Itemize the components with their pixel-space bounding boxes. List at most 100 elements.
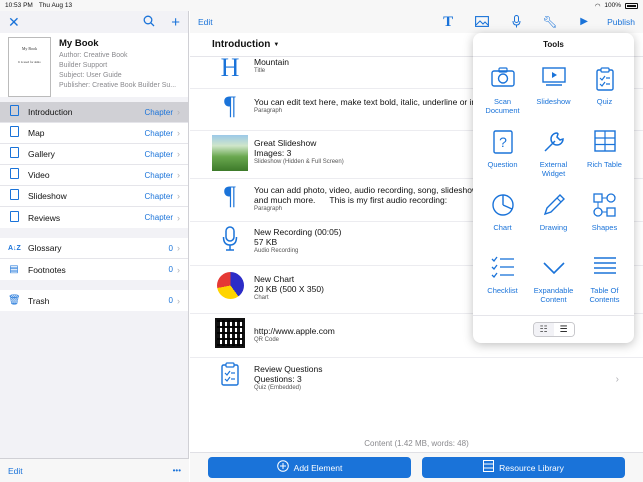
tool-label: Slideshow: [536, 97, 571, 106]
paragraph-icon: ¶: [224, 181, 236, 210]
tool-drawing[interactable]: Drawing: [528, 189, 579, 251]
list-view-icon[interactable]: ☰: [553, 323, 574, 336]
chapter-row-map[interactable]: Map Chapter ›: [0, 123, 188, 144]
chapter-label: Slideshow: [28, 191, 67, 201]
chevron-right-icon: ›: [177, 191, 180, 201]
question-icon: ?: [492, 130, 513, 158]
edit-button[interactable]: Edit: [198, 17, 213, 27]
chapter-row-introduction[interactable]: Introduction Chapter ›: [0, 102, 188, 123]
checklist-icon: [491, 256, 515, 284]
resource-library-button[interactable]: Resource Library: [422, 457, 625, 478]
chevron-right-icon: ›: [177, 212, 180, 223]
chevron-right-icon: ›: [177, 149, 180, 159]
tool-label: Quiz: [596, 97, 613, 106]
grid-view-icon[interactable]: ☷: [533, 323, 554, 336]
tool-label: Question: [487, 160, 518, 169]
tool-expandable-content[interactable]: Expandable Content: [528, 252, 579, 314]
book-cover: My Book It is used for demo: [8, 37, 51, 97]
tool-table-of-contents[interactable]: Table Of Contents: [579, 252, 630, 314]
image-icon[interactable]: [465, 15, 499, 29]
item-title: Review Questions: [254, 364, 323, 374]
cover-title: My Book: [21, 46, 38, 51]
book-info[interactable]: My Book It is used for demo My Book Auth…: [0, 33, 188, 97]
tool-checklist[interactable]: Checklist: [477, 252, 528, 314]
footnotes-icon: ▤: [9, 264, 19, 275]
chapter-row-gallery[interactable]: Gallery Chapter ›: [0, 144, 188, 165]
book-title: My Book: [59, 38, 99, 49]
tool-label: Chart: [493, 223, 512, 232]
footnotes-count: 0: [168, 265, 173, 274]
chevron-right-icon: ›: [177, 295, 180, 306]
pie-chart-icon: [491, 193, 515, 221]
tools-popover: Tools Scan Document Slideshow Quiz ? Que…: [473, 33, 634, 343]
book-publisher: Publisher: Creative Book Builder Su...: [59, 82, 177, 89]
plus-circle-icon: [276, 460, 289, 475]
tool-question[interactable]: ? Question: [477, 126, 528, 188]
tool-rich-table[interactable]: Rich Table: [579, 126, 630, 188]
extras-list: A↓Z Glossary 0 › ▤ Footnotes 0 ›: [0, 238, 188, 280]
table-icon: [593, 130, 616, 158]
trash-row[interactable]: 🗑︎ Trash 0 ›: [0, 290, 188, 311]
heading-icon: H: [220, 53, 240, 82]
book-support: Builder Support: [59, 62, 108, 69]
tool-label: Scan Document: [485, 97, 520, 115]
sort-az-icon: A↓Z: [8, 244, 21, 252]
tool-chart[interactable]: Chart: [477, 189, 528, 251]
list-icon: [593, 256, 617, 284]
trash-label: Trash: [28, 295, 50, 306]
book-author: Author: Creative Book: [59, 52, 128, 59]
microphone-icon: [212, 226, 248, 252]
quiz-icon: [595, 67, 614, 95]
microphone-icon[interactable]: [499, 14, 533, 30]
item-title: You can edit text here, make text bold, …: [254, 97, 486, 107]
text-style-icon[interactable]: T: [431, 14, 465, 30]
tool-shapes[interactable]: Shapes: [579, 189, 630, 251]
tool-slideshow[interactable]: Slideshow: [528, 63, 579, 125]
status-date: Thu Aug 13: [38, 2, 73, 9]
shapes-icon: [592, 193, 617, 221]
sidebar-toolbar: ✕ +: [0, 11, 188, 33]
glossary-label: Glossary: [28, 243, 62, 253]
search-icon[interactable]: [143, 15, 155, 29]
tool-external-widget[interactable]: External Widget: [528, 126, 579, 188]
trash-count: 0: [168, 296, 173, 305]
sidebar-edit-button[interactable]: Edit: [8, 466, 23, 476]
glossary-row[interactable]: A↓Z Glossary 0 ›: [0, 238, 188, 259]
add-element-button[interactable]: Add Element: [208, 457, 411, 478]
paragraph-icon: ¶: [224, 91, 236, 120]
trash-list: 🗑︎ Trash 0 ›: [0, 290, 188, 311]
chapter-row-slideshow[interactable]: Slideshow Chapter ›: [0, 186, 188, 207]
item-type: Quiz (Embedded): [254, 385, 302, 391]
chapter-row-reviews[interactable]: Reviews Chapter ›: [0, 207, 188, 228]
content-summary: Content (1.42 MB, words: 48): [364, 439, 469, 448]
chevron-right-icon: ›: [177, 128, 180, 138]
close-icon[interactable]: ✕: [8, 15, 20, 29]
chapter-type: Chapter: [144, 128, 173, 138]
publish-button[interactable]: Publish: [607, 17, 635, 27]
chapter-label: Introduction: [28, 107, 73, 117]
more-icon[interactable]: •••: [173, 466, 181, 475]
chevron-right-icon: ›: [615, 374, 619, 385]
document-icon: [8, 168, 20, 182]
tool-quiz[interactable]: Quiz: [579, 63, 630, 125]
footnotes-row[interactable]: ▤ Footnotes 0 ›: [0, 259, 188, 280]
pen-icon: [542, 193, 566, 221]
camera-icon: [490, 67, 515, 95]
chevron-right-icon: ›: [177, 243, 180, 253]
tool-label: External Widget: [539, 160, 568, 178]
chapter-list: Introduction Chapter › Map Chapter › Gal…: [0, 102, 188, 228]
chevron-down-icon: [542, 256, 566, 284]
pie-chart-thumbnail: [212, 270, 248, 299]
chapter-type: Chapter: [144, 191, 173, 201]
chapter-type: Chapter: [144, 170, 173, 180]
sidebar-bottom-bar: Edit •••: [0, 458, 189, 482]
content-item-quiz[interactable]: Review Questions Questions: 3 Quiz (Embe…: [190, 358, 643, 402]
play-icon[interactable]: ▶: [567, 17, 601, 27]
tool-label: Shapes: [591, 223, 618, 232]
wrench-icon[interactable]: 🔧︎: [533, 16, 567, 28]
chapter-row-video[interactable]: Video Chapter ›: [0, 165, 188, 186]
tool-scan-document[interactable]: Scan Document: [477, 63, 528, 125]
glossary-count: 0: [168, 243, 173, 253]
plus-icon[interactable]: +: [171, 15, 180, 30]
chapter-label: Map: [28, 128, 45, 138]
